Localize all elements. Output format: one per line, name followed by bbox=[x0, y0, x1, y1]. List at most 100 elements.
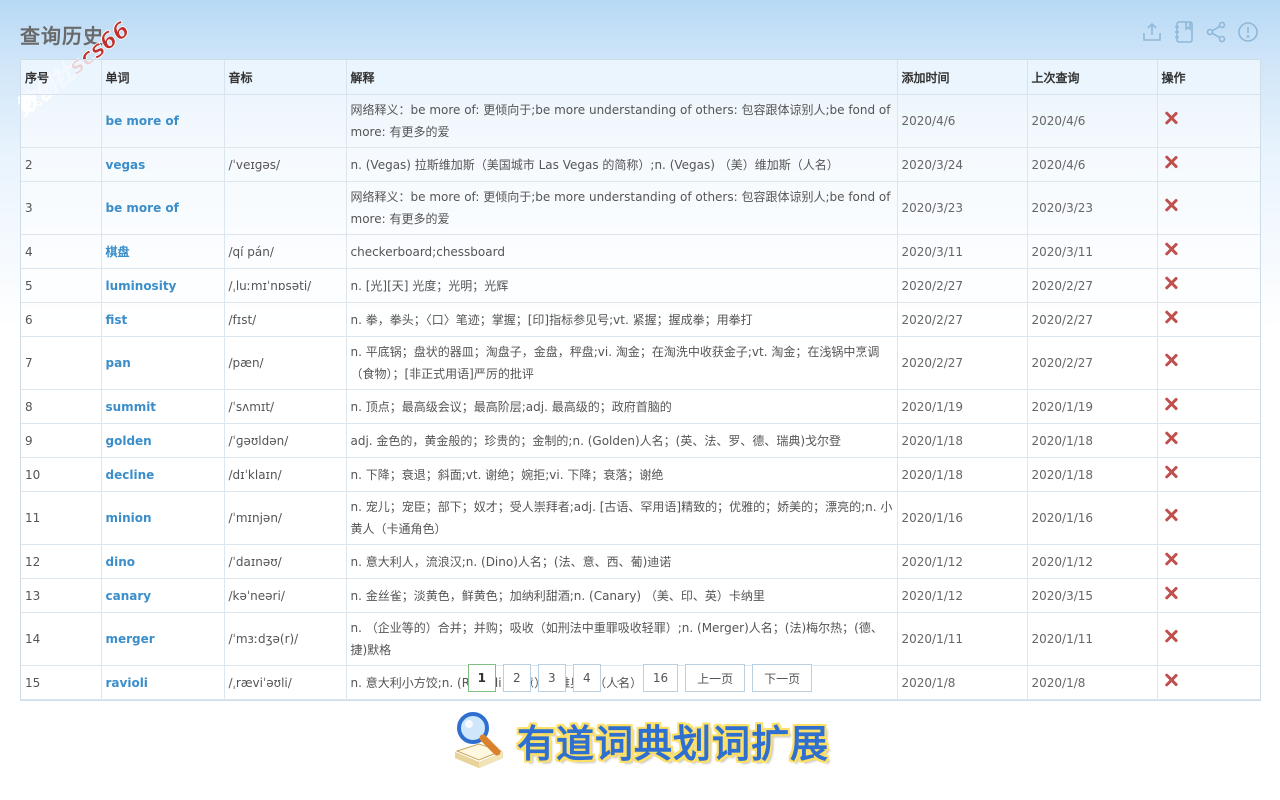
action-cell bbox=[1157, 457, 1260, 492]
phonetic: /ˈveɪɡəs/ bbox=[224, 147, 347, 182]
col-header-no[interactable]: 序号 bbox=[21, 60, 102, 95]
action-cell bbox=[1157, 336, 1260, 390]
action-cell bbox=[1157, 612, 1260, 666]
export-icon[interactable] bbox=[1140, 18, 1164, 46]
delete-icon[interactable] bbox=[1164, 629, 1178, 643]
word-link[interactable]: summit bbox=[101, 389, 225, 424]
delete-icon[interactable] bbox=[1164, 552, 1178, 566]
word-link[interactable]: be more of bbox=[101, 181, 225, 235]
delete-icon[interactable] bbox=[1164, 155, 1178, 169]
phonetic: /ˌluːmɪˈnɒsəti/ bbox=[224, 268, 347, 303]
col-header-phonetic[interactable]: 音标 bbox=[224, 60, 347, 95]
added-date: 2020/3/23 bbox=[897, 181, 1028, 235]
added-date: 2020/1/18 bbox=[897, 423, 1028, 458]
meaning: n. （企业等的）合并；并购；吸收（如刑法中重罪吸收轻罪）;n. (Merger… bbox=[346, 612, 898, 666]
header: 查询历史 数创社scs66 bbox=[0, 0, 1280, 121]
page-button-1[interactable]: 1 bbox=[467, 664, 496, 692]
word-link[interactable]: golden bbox=[101, 423, 225, 458]
row-number: 5 bbox=[21, 268, 102, 303]
added-date: 2020/2/27 bbox=[897, 336, 1028, 390]
row-number: 12 bbox=[21, 544, 102, 579]
last-query-date: 2020/3/11 bbox=[1027, 234, 1158, 269]
phonetic: /ˈɡəʊldən/ bbox=[224, 423, 347, 458]
feedback-icon[interactable] bbox=[1236, 18, 1260, 46]
delete-icon[interactable] bbox=[1164, 276, 1178, 290]
action-cell bbox=[1157, 181, 1260, 235]
meaning: 网络释义：be more of: 更倾向于;be more understand… bbox=[346, 94, 898, 148]
word-link[interactable]: dino bbox=[101, 544, 225, 579]
action-cell bbox=[1157, 544, 1260, 579]
word-link[interactable]: minion bbox=[101, 491, 225, 545]
word-link[interactable]: merger bbox=[101, 612, 225, 666]
col-header-added[interactable]: 添加时间 bbox=[897, 60, 1028, 95]
delete-icon[interactable] bbox=[1164, 465, 1178, 479]
share-icon[interactable] bbox=[1204, 18, 1228, 46]
meaning: n. [光][天] 光度；光明；光辉 bbox=[346, 268, 898, 303]
next-page-button[interactable]: 下一页 bbox=[752, 664, 813, 692]
page-title: 查询历史 bbox=[20, 24, 104, 48]
delete-icon[interactable] bbox=[1164, 353, 1178, 367]
phonetic: /ˈsʌmɪt/ bbox=[224, 389, 347, 424]
word-link[interactable]: canary bbox=[101, 578, 225, 613]
phonetic: /ˈmɪnjən/ bbox=[224, 491, 347, 545]
action-cell bbox=[1157, 423, 1260, 458]
last-query-date: 2020/4/6 bbox=[1027, 94, 1158, 148]
phonetic: /kəˈneəri/ bbox=[224, 578, 347, 613]
col-header-action: 操作 bbox=[1157, 60, 1260, 95]
delete-icon[interactable] bbox=[1164, 397, 1178, 411]
col-header-last[interactable]: 上次查询 bbox=[1027, 60, 1158, 95]
page-button-2[interactable]: 2 bbox=[502, 664, 531, 692]
prev-page-button[interactable]: 上一页 bbox=[685, 664, 746, 692]
action-cell bbox=[1157, 268, 1260, 303]
table-row: 10 decline/dɪˈklaɪn/n. 下降；衰退；斜面;vt. 谢绝；婉拒… bbox=[21, 457, 1260, 492]
last-query-date: 2020/3/15 bbox=[1027, 578, 1158, 613]
delete-icon[interactable] bbox=[1164, 111, 1178, 125]
last-query-date: 2020/1/16 bbox=[1027, 491, 1158, 545]
added-date: 2020/1/19 bbox=[897, 389, 1028, 424]
added-date: 2020/1/18 bbox=[897, 457, 1028, 492]
meaning: n. 宠儿；宠臣；部下；奴才；受人崇拜者;adj. [古语、罕用语]精致的；优雅… bbox=[346, 491, 898, 545]
notebook-icon[interactable] bbox=[1172, 18, 1196, 46]
row-number: 7 bbox=[21, 336, 102, 390]
word-link[interactable]: vegas bbox=[101, 147, 225, 182]
meaning: checkerboard;chessboard bbox=[346, 234, 898, 269]
word-link[interactable]: pan bbox=[101, 336, 225, 390]
word-link[interactable]: luminosity bbox=[101, 268, 225, 303]
word-link[interactable]: be more of bbox=[101, 94, 225, 148]
table-row: 13 canary/kəˈneəri/n. 金丝雀；淡黄色，鲜黄色；加纳利甜酒;n… bbox=[21, 578, 1260, 613]
table-row: 11 minion/ˈmɪnjən/n. 宠儿；宠臣；部下；奴才；受人崇拜者;ad… bbox=[21, 491, 1260, 545]
meaning: n. 拳，拳头；〈口〉笔迹；掌握；[印]指标参见号;vt. 紧握；握成拳；用拳打 bbox=[346, 302, 898, 337]
promo-banner: 有道词典划词扩展 bbox=[0, 708, 1280, 772]
col-header-word[interactable]: 单词 bbox=[101, 60, 225, 95]
added-date: 2020/1/12 bbox=[897, 544, 1028, 579]
word-link[interactable]: fist bbox=[101, 302, 225, 337]
word-link[interactable]: 棋盘 bbox=[101, 234, 225, 269]
delete-icon[interactable] bbox=[1164, 508, 1178, 522]
word-link[interactable]: decline bbox=[101, 457, 225, 492]
table-row: 9 golden/ˈɡəʊldən/adj. 金色的，黄金般的；珍贵的；金制的;n… bbox=[21, 423, 1260, 458]
table-row: be more of 网络释义：be more of: 更倾向于;be more … bbox=[21, 94, 1260, 148]
meaning: n. 顶点；最高级会议；最高阶层;adj. 最高级的；政府首脑的 bbox=[346, 389, 898, 424]
added-date: 2020/2/27 bbox=[897, 302, 1028, 337]
action-cell bbox=[1157, 389, 1260, 424]
col-header-meaning[interactable]: 解释 bbox=[346, 60, 898, 95]
delete-icon[interactable] bbox=[1164, 431, 1178, 445]
row-number: 3 bbox=[21, 181, 102, 235]
last-query-date: 2020/4/6 bbox=[1027, 147, 1158, 182]
page-button-3[interactable]: 3 bbox=[537, 664, 566, 692]
delete-icon[interactable] bbox=[1164, 310, 1178, 324]
page-button-last[interactable]: 16 bbox=[642, 664, 679, 692]
meaning: n. 平底锅；盘状的器皿；淘盘子，金盘，秤盘;vi. 淘金；在淘洗中收获金子;v… bbox=[346, 336, 898, 390]
meaning: n. (Vegas) 拉斯维加斯（美国城市 Las Vegas 的简称）;n. … bbox=[346, 147, 898, 182]
page-button-4[interactable]: 4 bbox=[572, 664, 601, 692]
table-row: 7 pan/pæn/n. 平底锅；盘状的器皿；淘盘子，金盘，秤盘;vi. 淘金；在… bbox=[21, 336, 1260, 390]
action-cell bbox=[1157, 147, 1260, 182]
delete-icon[interactable] bbox=[1164, 198, 1178, 212]
table-row: 2 vegas/ˈveɪɡəs/n. (Vegas) 拉斯维加斯（美国城市 Las… bbox=[21, 147, 1260, 182]
row-number: 13 bbox=[21, 578, 102, 613]
delete-icon[interactable] bbox=[1164, 242, 1178, 256]
delete-icon[interactable] bbox=[1164, 586, 1178, 600]
table-row: 8 summit/ˈsʌmɪt/n. 顶点；最高级会议；最高阶层;adj. 最高级… bbox=[21, 389, 1260, 424]
last-query-date: 2020/1/18 bbox=[1027, 457, 1158, 492]
added-date: 2020/1/11 bbox=[897, 612, 1028, 666]
